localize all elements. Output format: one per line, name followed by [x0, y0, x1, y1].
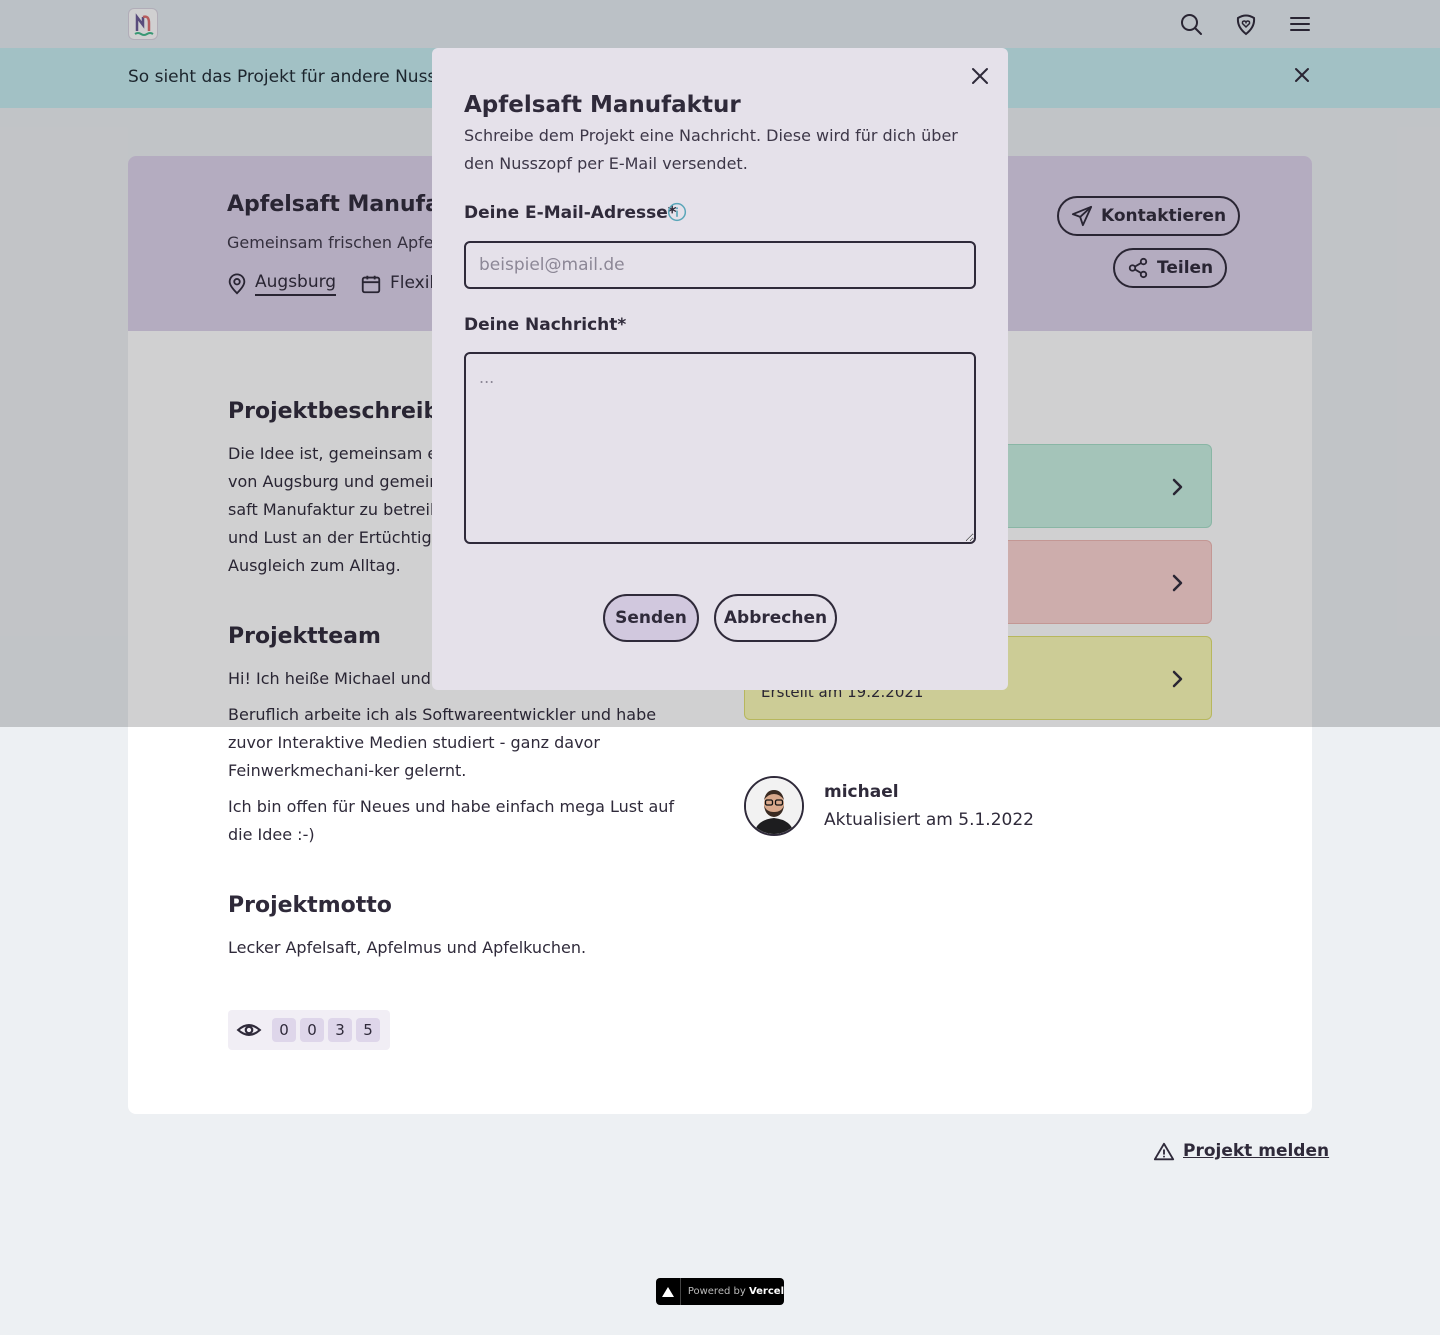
send-button[interactable]: Senden — [603, 594, 699, 642]
modal-close-icon[interactable] — [968, 64, 992, 88]
warning-triangle-icon — [1153, 1141, 1175, 1163]
vercel-triangle-icon — [656, 1278, 681, 1305]
email-label: Deine E-Mail-Adresse* — [464, 203, 677, 223]
view-counter: 0 0 3 5 — [228, 1010, 390, 1050]
view-count-digit: 3 — [328, 1018, 352, 1042]
message-textarea[interactable] — [464, 352, 976, 544]
motto-heading: Projektmotto — [228, 893, 392, 918]
vercel-prefix: Powered by — [687, 1286, 749, 1297]
motto-text: Lecker Apfelsaft, Apfelmus und Apfelkuch… — [228, 938, 587, 957]
vercel-badge-text: Powered by Vercel — [681, 1286, 784, 1297]
author-updated-date: Aktualisiert am 5.1.2022 — [824, 810, 1034, 830]
message-label: Deine Nachricht* — [464, 315, 627, 335]
email-field[interactable] — [464, 241, 976, 289]
info-icon[interactable] — [667, 202, 687, 222]
team-paragraph-open: Ich bin offen für Neues und habe einfach… — [228, 797, 675, 844]
cancel-button[interactable]: Abbrechen — [714, 594, 837, 642]
author-avatar — [744, 776, 804, 836]
modal-description: Schreibe dem Projekt eine Nachricht. Die… — [464, 126, 958, 173]
report-project-link[interactable]: Projekt melden — [1183, 1141, 1329, 1161]
modal-title: Apfelsaft Manufaktur — [464, 92, 741, 118]
view-count-digit: 0 — [300, 1018, 324, 1042]
author-name[interactable]: michael — [824, 782, 899, 802]
eye-icon — [236, 1017, 262, 1043]
powered-by-vercel-badge[interactable]: Powered by Vercel — [656, 1278, 784, 1305]
view-count-digit: 0 — [272, 1018, 296, 1042]
vercel-brand: Vercel — [748, 1286, 784, 1297]
view-count-digit: 5 — [356, 1018, 380, 1042]
